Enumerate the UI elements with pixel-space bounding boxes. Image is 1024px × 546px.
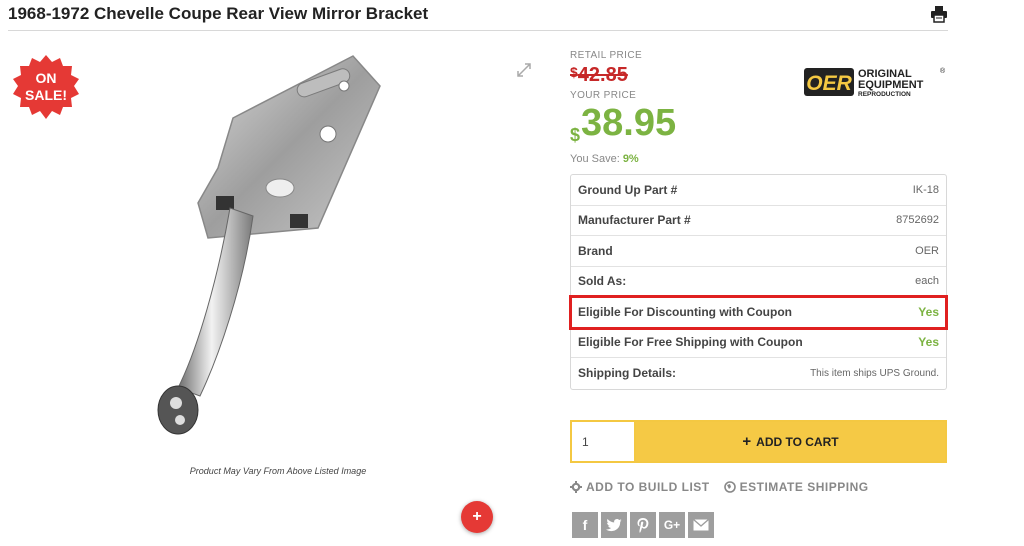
spec-row-coupon-discount: Eligible For Discounting with Coupon Yes (569, 295, 948, 330)
add-to-build-list-link[interactable]: ADD TO BUILD LIST (570, 480, 710, 494)
share-buttons: f G+ (572, 512, 714, 538)
print-icon[interactable] (930, 5, 948, 23)
logo-line3: REPRODUCTION (858, 91, 911, 98)
retail-currency: $ (570, 64, 578, 80)
retail-price: $42.85 (570, 64, 628, 87)
you-save: You Save: 9% (570, 153, 639, 165)
quantity-input[interactable] (572, 422, 636, 461)
build-list-label: ADD TO BUILD LIST (586, 480, 710, 494)
image-caption: Product May Vary From Above Listed Image (189, 466, 367, 476)
spec-value: 8752692 (896, 214, 939, 227)
spec-row-manufacturer-part: Manufacturer Part # 8752692 (571, 206, 946, 236)
facebook-share-button[interactable]: f (572, 512, 598, 538)
you-save-label: You Save: (570, 153, 620, 165)
twitter-share-button[interactable] (601, 512, 627, 538)
estimate-shipping-label: ESTIMATE SHIPPING (739, 480, 869, 494)
pinterest-share-button[interactable] (630, 512, 656, 538)
add-to-cart-button[interactable]: + ADD TO CART (636, 422, 945, 461)
product-details: RETAIL PRICE $42.85 YOUR PRICE $38.95 Yo… (569, 46, 950, 546)
spec-value: each (915, 275, 939, 288)
spec-value: This item ships UPS Ground. (810, 367, 939, 379)
your-price: $38.95 (570, 102, 676, 146)
google-plus-share-button[interactable]: G+ (659, 512, 685, 538)
retail-price-label: RETAIL PRICE (570, 50, 643, 61)
facebook-icon: f (582, 517, 588, 533)
spec-label: Ground Up Part # (578, 182, 678, 197)
email-icon (693, 519, 709, 531)
logo-registered: ® (940, 67, 946, 75)
spec-value: IK-18 (912, 183, 939, 196)
google-plus-icon: G+ (663, 518, 681, 532)
spec-row-ground-up-part: Ground Up Part # IK-18 (571, 175, 946, 206)
product-gallery: ON SALE! Product May Vary From Above Lis… (8, 40, 548, 546)
plus-icon: + (742, 433, 752, 450)
spec-label: Manufacturer Part # (578, 213, 691, 228)
globe-icon (723, 481, 736, 493)
email-share-button[interactable] (688, 512, 714, 538)
spec-row-shipping-details: Shipping Details: This item ships UPS Gr… (571, 358, 946, 389)
logo-mark: OER (806, 72, 852, 95)
product-image (157, 55, 381, 435)
expand-icon[interactable] (516, 62, 532, 78)
estimate-shipping-link[interactable]: ESTIMATE SHIPPING (723, 480, 869, 494)
spec-label: Shipping Details: (578, 366, 677, 381)
spec-label: Eligible For Free Shipping with Coupon (578, 335, 803, 350)
your-price-label: YOUR PRICE (570, 90, 637, 101)
on-sale-badge: ON SALE! (13, 55, 79, 119)
spec-value: OER (915, 244, 939, 257)
badge-line2: SALE! (25, 87, 67, 103)
gear-icon (570, 481, 582, 493)
you-save-value: 9% (622, 153, 639, 165)
action-links: ADD TO BUILD LIST ESTIMATE SHIPPING (570, 480, 869, 494)
add-to-cart-label: ADD TO CART (756, 434, 839, 449)
product-title: 1968-1972 Chevelle Coupe Rear View Mirro… (8, 4, 429, 23)
specs-table: Ground Up Part # IK-18 Manufacturer Part… (569, 174, 948, 390)
retail-amount: 42.85 (577, 64, 628, 86)
oer-brand-logo: OER ORIGINAL EQUIPMENT REPRODUCTION ® (804, 67, 946, 98)
add-to-cart-form: + ADD TO CART (570, 420, 947, 463)
spec-row-free-shipping: Eligible For Free Shipping with Coupon Y… (571, 328, 946, 358)
spec-row-brand: Brand OER (571, 236, 946, 267)
pinterest-icon (637, 518, 649, 533)
badge-line1: ON (36, 70, 57, 86)
your-amount: 38.95 (581, 102, 677, 144)
spec-value: Yes (918, 304, 939, 319)
title-bar: 1968-1972 Chevelle Coupe Rear View Mirro… (8, 0, 948, 31)
spec-label: Sold As: (578, 274, 627, 289)
spec-row-sold-as: Sold As: each (571, 267, 946, 297)
spec-label: Brand (578, 243, 613, 258)
spec-label: Eligible For Discounting with Coupon (578, 304, 792, 319)
your-currency: $ (570, 125, 581, 145)
spec-value: Yes (918, 335, 939, 350)
logo-line2: EQUIPMENT (858, 79, 924, 91)
twitter-icon (606, 518, 622, 532)
zoom-plus-button[interactable]: + (461, 501, 493, 533)
